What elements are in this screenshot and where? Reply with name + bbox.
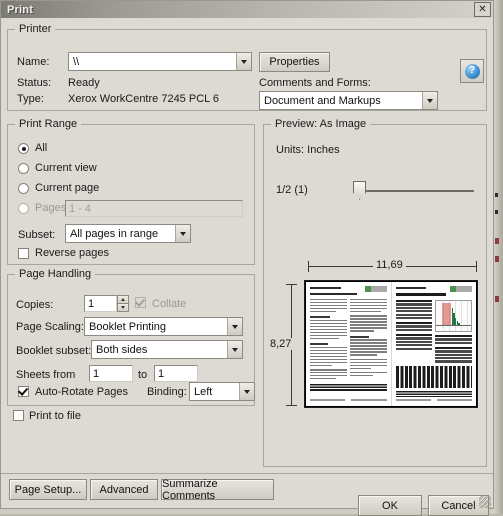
page-scaling-label: Page Scaling: <box>16 321 84 333</box>
preview-units-label: Units: Inches <box>276 144 340 156</box>
booklet-subset-combo[interactable]: Both sides <box>91 340 243 359</box>
chevron-down-icon[interactable] <box>227 318 242 335</box>
radio-all[interactable] <box>18 143 29 154</box>
printer-status-value: Ready <box>68 77 100 89</box>
advanced-button[interactable]: Advanced <box>90 479 158 500</box>
copies-input[interactable]: 1 <box>84 295 117 312</box>
page-columns <box>310 299 387 381</box>
chevron-down-icon[interactable] <box>175 225 190 242</box>
booklet-subset-value: Both sides <box>96 343 148 356</box>
printer-type-label: Type: <box>17 93 44 105</box>
preview-height-cap-top <box>286 284 297 285</box>
preview-legend: Preview: As Image <box>271 118 371 130</box>
reverse-pages-checkbox[interactable] <box>18 248 29 259</box>
copies-label: Copies: <box>16 299 54 311</box>
radio-pages[interactable] <box>18 203 29 214</box>
stepper-down-icon[interactable] <box>117 303 129 312</box>
printer-group-legend: Printer <box>15 23 56 35</box>
auto-rotate-label: Auto-Rotate Pages <box>35 386 128 398</box>
subset-label: Subset: <box>18 229 56 241</box>
preview-width-label: 11,69 <box>373 259 406 271</box>
printer-name-value: \\ <box>73 55 80 68</box>
binding-label: Binding: <box>147 386 187 398</box>
copies-stepper[interactable] <box>117 295 129 312</box>
radio-pages-label: Pages <box>35 202 67 214</box>
chevron-down-icon[interactable] <box>239 383 254 400</box>
page-header-mark <box>310 287 341 289</box>
resize-grip[interactable] <box>479 496 491 508</box>
page-handling-legend: Page Handling <box>15 268 96 280</box>
background-window-strip <box>493 0 503 514</box>
print-to-file-label: Print to file <box>29 410 81 422</box>
help-button[interactable]: ? <box>460 59 484 83</box>
footer-divider <box>1 473 493 474</box>
chevron-down-icon[interactable] <box>422 92 437 109</box>
printer-status-label: Status: <box>17 77 52 89</box>
preview-width-cap-right <box>476 261 477 272</box>
collate-label: Collate <box>152 298 187 310</box>
binding-combo[interactable]: Left <box>189 382 255 401</box>
printer-type-value: Xerox WorkCentre 7245 PCL 6 <box>68 93 220 105</box>
sheets-from-input[interactable]: 1 <box>89 365 133 382</box>
subset-combo[interactable]: All pages in range <box>65 224 191 243</box>
comments-forms-label: Comments and Forms: <box>259 77 371 89</box>
print-to-file-checkbox[interactable] <box>13 410 24 421</box>
brand-logo-icon <box>450 286 472 292</box>
dialog-body: Printer Name: \\ Properties ? Status: Re… <box>1 18 493 516</box>
radio-current-view-label: Current view <box>35 162 97 174</box>
comments-forms-value: Document and Markups <box>264 94 381 107</box>
preview-width-cap-left <box>308 261 309 272</box>
properties-button[interactable]: Properties <box>259 52 330 72</box>
preview-data-grid <box>395 365 472 388</box>
print-range-legend: Print Range <box>15 118 82 130</box>
page-scaling-value: Booklet Printing <box>89 320 167 333</box>
binding-value: Left <box>194 385 213 398</box>
page-scaling-combo[interactable]: Booklet Printing <box>84 317 243 336</box>
title-bar: Print ✕ <box>1 1 493 18</box>
close-icon[interactable]: ✕ <box>474 2 491 17</box>
subset-value: All pages in range <box>70 227 159 240</box>
radio-current-page[interactable] <box>18 183 29 194</box>
page-setup-button[interactable]: Page Setup... <box>9 479 87 500</box>
preview-page-left <box>306 282 391 406</box>
page-title-mark <box>395 293 446 296</box>
pages-range-input[interactable]: 1 - 4 <box>65 200 243 217</box>
page-header-mark <box>395 287 427 289</box>
preview-page-right <box>390 282 477 406</box>
printer-name-combo[interactable]: \\ <box>68 52 252 71</box>
preview-paper-sheet <box>305 281 477 407</box>
printer-name-label: Name: <box>17 56 50 68</box>
summarize-comments-button[interactable]: Summarize Comments <box>161 478 274 502</box>
preview-height-cap-bottom <box>286 405 297 406</box>
window-title: Print <box>7 3 34 16</box>
collate-checkbox[interactable] <box>135 297 146 308</box>
sheets-from-label: Sheets from <box>16 369 76 381</box>
comments-forms-combo[interactable]: Document and Markups <box>259 91 438 110</box>
sheets-to-input[interactable]: 1 <box>154 365 198 382</box>
stepper-up-icon[interactable] <box>117 295 129 303</box>
preview-chart <box>435 300 472 332</box>
brand-logo-icon <box>364 286 387 292</box>
preview-height-label: 8,27 <box>267 338 295 350</box>
reverse-pages-label: Reverse pages <box>35 247 109 259</box>
preview-zoom-label: 1/2 (1) <box>276 184 308 196</box>
sheets-to-text: to <box>138 369 148 381</box>
auto-rotate-checkbox[interactable] <box>18 386 29 397</box>
booklet-subset-label: Booklet subset: <box>16 345 92 357</box>
chevron-down-icon[interactable] <box>236 53 251 70</box>
preview-paper-thumbnail <box>304 280 478 408</box>
print-dialog-window: Print ✕ Printer Name: \\ Properties ? St… <box>0 0 494 516</box>
radio-all-label: All <box>35 142 48 154</box>
preview-zoom-slider-track[interactable] <box>357 190 474 192</box>
radio-current-view[interactable] <box>18 163 29 174</box>
chevron-down-icon[interactable] <box>227 341 242 358</box>
ok-button[interactable]: OK <box>358 495 422 516</box>
help-icon: ? <box>464 63 480 79</box>
radio-current-page-label: Current page <box>35 182 100 194</box>
print-dialog-screen: Print ✕ Printer Name: \\ Properties ? St… <box>0 0 503 516</box>
